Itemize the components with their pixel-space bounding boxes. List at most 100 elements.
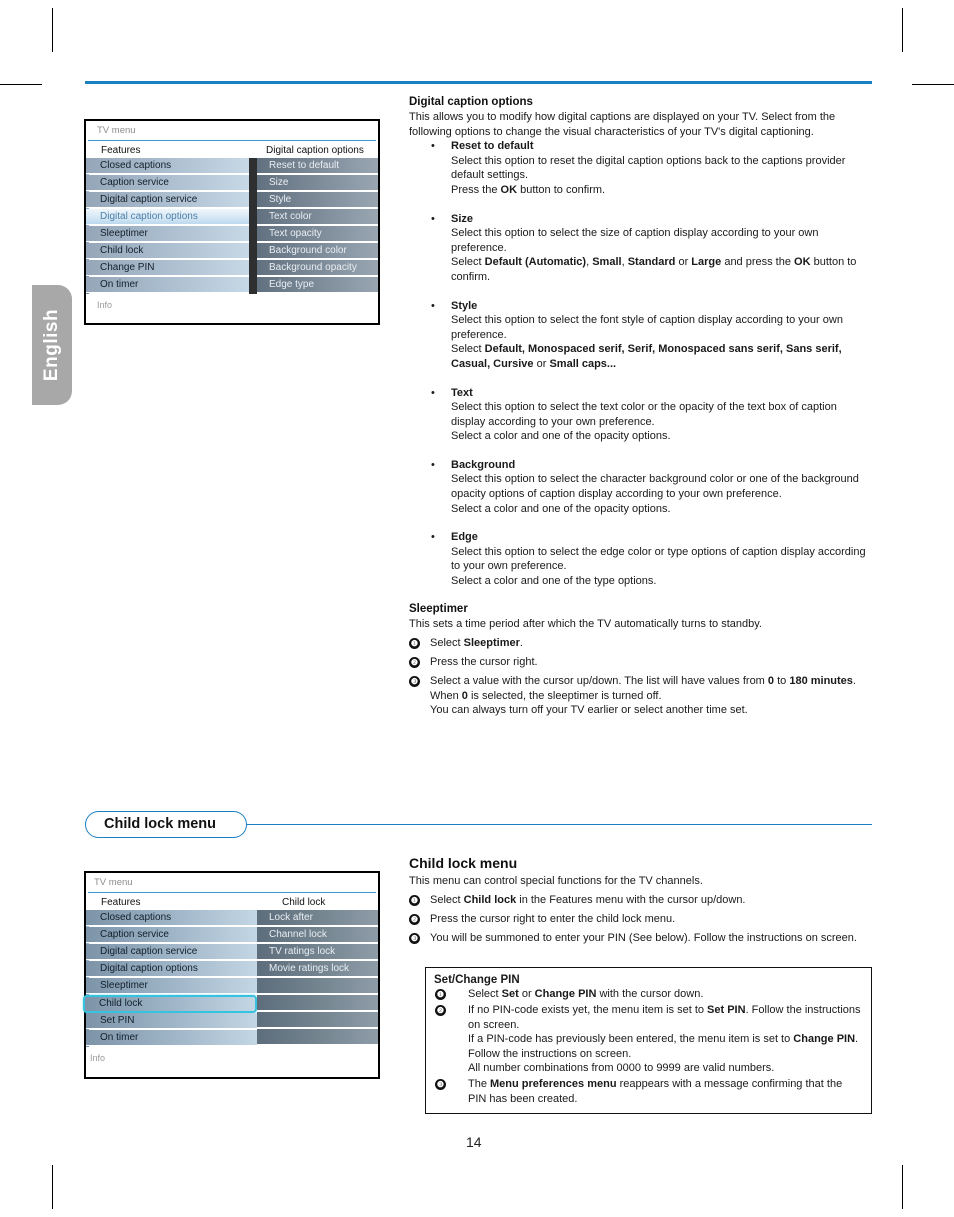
option-item-empty xyxy=(257,1029,378,1045)
crop-mark-bottom-right xyxy=(902,1165,903,1209)
bullet-dot-icon: • xyxy=(431,140,435,153)
step-text: Press the cursor right. xyxy=(430,656,538,669)
tv-menu-footer: Info xyxy=(86,294,378,318)
option-item-reset-to-default[interactable]: Reset to default xyxy=(257,158,378,174)
step-text: Select Sleeptimer. xyxy=(430,637,523,650)
option-item-background-color[interactable]: Background color xyxy=(257,243,378,259)
child-lock-step-2: ❷ Press the cursor right to enter the ch… xyxy=(409,912,872,927)
option-item-empty xyxy=(257,995,378,1011)
option-item-background-opacity[interactable]: Background opacity xyxy=(257,260,378,276)
option-item-text-color[interactable]: Text color xyxy=(257,209,378,225)
sleeptimer-step-1: ❶ Select Sleeptimer. xyxy=(409,636,872,651)
language-tab-label: English xyxy=(41,308,62,382)
bullet-dot-icon: • xyxy=(431,386,435,399)
tv-menu-column-gap xyxy=(249,158,257,294)
page-top-rule xyxy=(85,81,872,84)
menu-item-set-pin[interactable]: Set PIN xyxy=(86,1013,257,1029)
menu-item-digital-caption-options[interactable]: Digital caption options xyxy=(86,209,249,225)
step-number-badge: ❸ xyxy=(409,932,420,944)
bullet-title: Style xyxy=(451,299,478,312)
option-item-empty xyxy=(257,978,378,994)
tv-menu-right-header: Digital caption options xyxy=(266,144,364,156)
menu-item-closed-captions[interactable]: Closed captions xyxy=(86,158,249,174)
language-tab-english: English xyxy=(32,285,72,405)
bullet-title: Text xyxy=(451,386,473,399)
option-item-size[interactable]: Size xyxy=(257,175,378,191)
pin-step-3: ❸ The Menu preferences menu reappears wi… xyxy=(434,1077,863,1106)
sleeptimer-intro: This sets a time period after which the … xyxy=(409,617,762,630)
menu-item-on-timer[interactable]: On timer xyxy=(86,1030,257,1046)
bullet-background: • Background Select this option to selec… xyxy=(431,458,872,516)
bullet-line-1: Select this option to select the size of… xyxy=(451,227,819,254)
tv-menu-right-header: Child lock xyxy=(282,896,326,908)
menu-item-child-lock[interactable]: Child lock xyxy=(83,995,257,1013)
option-item-style[interactable]: Style xyxy=(257,192,378,208)
option-item-lock-after[interactable]: Lock after xyxy=(257,910,378,926)
tv-menu-left-header: Features xyxy=(101,896,141,908)
menu-item-on-timer[interactable]: On timer xyxy=(86,277,249,293)
section-header-pill-label: Child lock menu xyxy=(85,811,247,838)
menu-item-sleeptimer[interactable]: Sleeptimer xyxy=(86,226,249,242)
tv-menu-body: Closed captions Caption service Digital … xyxy=(86,158,378,294)
option-item-empty xyxy=(257,1012,378,1028)
bullet-dot-icon: • xyxy=(431,531,435,544)
menu-item-change-pin[interactable]: Change PIN xyxy=(86,260,249,276)
bullet-line-1: Select this option to reset the digital … xyxy=(451,154,846,182)
menu-item-caption-service[interactable]: Caption service xyxy=(86,175,249,191)
tv-menu-column-headers: Features Digital caption options xyxy=(86,141,378,158)
bullet-line-1: Select this option to select the charact… xyxy=(451,473,859,501)
option-item-tv-ratings-lock[interactable]: TV ratings lock xyxy=(257,944,378,960)
child-lock-step-1: ❶ Select Child lock in the Features menu… xyxy=(409,893,872,908)
menu-item-child-lock[interactable]: Child lock xyxy=(86,243,249,259)
tv-menu-column-headers: Features Child lock xyxy=(86,893,378,910)
step-text: The Menu preferences menu reappears with… xyxy=(468,1077,843,1105)
bullet-line-2: Select a color and one of the opacity op… xyxy=(451,430,671,443)
crop-mark-bottom-left xyxy=(52,1165,53,1209)
menu-item-sleeptimer[interactable]: Sleeptimer xyxy=(86,978,257,994)
digital-caption-options-article: Digital caption options This allows you … xyxy=(409,96,872,718)
bullet-title: Edge xyxy=(451,531,478,544)
step-number-badge: ❸ xyxy=(435,1078,446,1090)
crop-mark-top-right xyxy=(902,8,903,52)
tv-menu-features-column: Closed captions Caption service Digital … xyxy=(83,910,257,1047)
step-text: If no PIN-code exists yet, the menu item… xyxy=(468,1004,861,1075)
option-item-movie-ratings-lock[interactable]: Movie ratings lock xyxy=(257,961,378,977)
tv-menu-info-label: Info xyxy=(97,300,113,310)
menu-item-digital-caption-service[interactable]: Digital caption service xyxy=(86,944,257,960)
menu-item-caption-service[interactable]: Caption service xyxy=(86,927,257,943)
tv-menu-screenshot-child-lock: TV menu Features Child lock Closed capti… xyxy=(83,871,380,1079)
tv-menu-left-header: Features xyxy=(101,144,141,156)
tv-menu-childlock-column: Lock after Channel lock TV ratings lock … xyxy=(257,910,378,1047)
child-lock-article: Child lock menu This menu can control sp… xyxy=(409,855,872,946)
menu-item-digital-caption-service[interactable]: Digital caption service xyxy=(86,192,249,208)
option-item-text-opacity[interactable]: Text opacity xyxy=(257,226,378,242)
tv-menu-body: Closed captions Caption service Digital … xyxy=(83,910,378,1047)
bullet-line-1: Select this option to select the text co… xyxy=(451,401,837,428)
bullet-title: Reset to default xyxy=(451,140,534,153)
child-lock-intro: This menu can control special functions … xyxy=(409,875,703,887)
bullet-line-1: Select this option to select the font st… xyxy=(451,314,843,341)
bullet-title: Background xyxy=(451,458,516,471)
bullet-reset-to-default: • Reset to default Select this option to… xyxy=(431,139,872,197)
section-heading-digital-caption-options: Digital caption options xyxy=(409,96,533,108)
bullet-dot-icon: • xyxy=(431,458,435,471)
bullet-line-1: Select this option to select the edge co… xyxy=(451,545,866,573)
option-item-channel-lock[interactable]: Channel lock xyxy=(257,927,378,943)
step-text: Select a value with the cursor up/down. … xyxy=(430,675,856,717)
step-number-badge: ❶ xyxy=(409,894,420,906)
step-number-badge: ❸ xyxy=(409,676,420,688)
menu-item-digital-caption-options[interactable]: Digital caption options xyxy=(86,961,257,977)
sleeptimer-block: Sleeptimer This sets a time period after… xyxy=(409,603,872,718)
bullet-dot-icon: • xyxy=(431,212,435,225)
bullet-line-2: Select Default (Automatic), Small, Stand… xyxy=(451,256,857,283)
bullet-style: • Style Select this option to select the… xyxy=(431,299,872,372)
tv-menu-screenshot-digital-caption-options: TV menu Features Digital caption options… xyxy=(84,119,380,325)
section-heading-sleeptimer: Sleeptimer xyxy=(409,602,468,615)
menu-item-closed-captions[interactable]: Closed captions xyxy=(86,910,257,926)
child-lock-section-header: Child lock menu xyxy=(85,811,872,838)
bullet-edge: • Edge Select this option to select the … xyxy=(431,530,872,588)
option-item-edge-type[interactable]: Edge type xyxy=(257,277,378,293)
tv-menu-window-title: TV menu xyxy=(97,125,136,136)
step-number-badge: ❷ xyxy=(409,657,420,669)
step-text: Press the cursor right to enter the chil… xyxy=(430,912,676,925)
